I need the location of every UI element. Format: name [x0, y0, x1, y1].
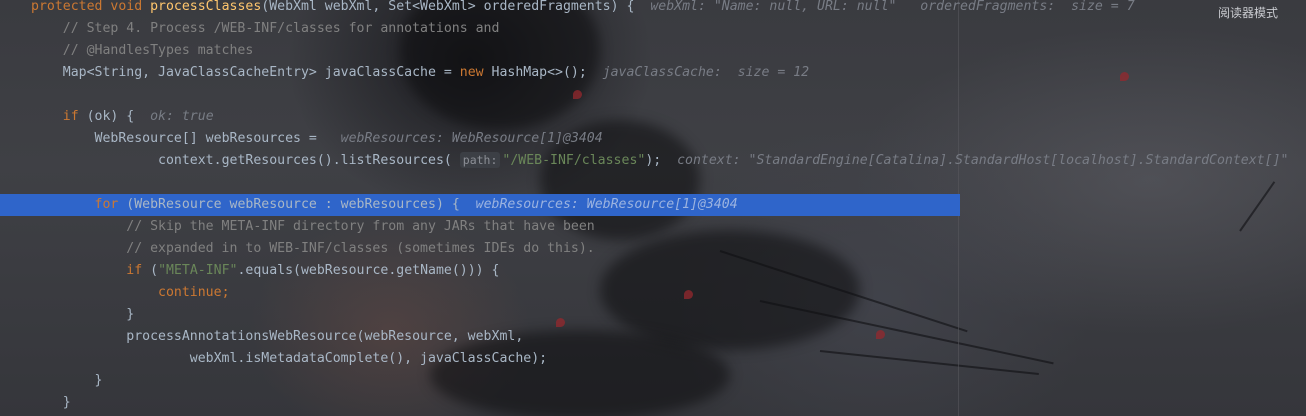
keyword-token: if	[62, 109, 87, 124]
code-token: WebResource[] webResources =	[94, 131, 325, 146]
reader-mode-button[interactable]: 阅读器模式	[1212, 4, 1284, 22]
code-token: Map<String, JavaClassCacheEntry> javaCla…	[62, 65, 460, 80]
code-token: }	[94, 373, 103, 388]
code-line[interactable]: // expanded in to WEB-INF/classes (somet…	[0, 238, 1306, 260]
code-line[interactable]: WebResource[] webResources = webResource…	[0, 128, 1306, 150]
code-token: }	[126, 307, 135, 322]
code-line[interactable]: protected void processClasses(WebXml web…	[0, 0, 1306, 18]
keyword-token: if	[126, 263, 151, 278]
code-token: (WebXml webXml, Set<WebXml> orderedFragm…	[261, 0, 635, 14]
debugger-inline-value: javaClassCache: size = 12	[586, 65, 810, 80]
code-line[interactable]: webXml.isMetadataComplete(), javaClassCa…	[0, 348, 1306, 370]
code-token: (ok) {	[86, 109, 135, 124]
code-token: );	[645, 153, 662, 168]
parameter-name-hint: path:	[459, 152, 501, 168]
code-token: getResources	[221, 153, 317, 168]
code-line[interactable]: }	[0, 304, 1306, 326]
code-token: (	[150, 263, 159, 278]
string-literal-token: "META-INF"	[158, 263, 238, 278]
code-line[interactable]: if (ok) { ok: true	[0, 106, 1306, 128]
method-name-token: processClasses	[150, 0, 262, 14]
keyword-token: protected	[31, 0, 111, 14]
code-editor[interactable]: protected void processClasses(WebXml web…	[0, 0, 1306, 416]
debugger-inline-value: webResources: WebResource[1]@3404	[324, 131, 603, 146]
code-line[interactable]: continue;	[0, 282, 1306, 304]
code-line[interactable]: processAnnotationsWebResource(webResourc…	[0, 326, 1306, 348]
code-token: context.	[158, 153, 222, 168]
keyword-token: continue;	[158, 285, 230, 300]
code-line[interactable]: // Step 4. Process /WEB-INF/classes for …	[0, 18, 1306, 40]
keyword-token: for	[94, 197, 127, 212]
keyword-token: new	[459, 65, 492, 80]
debugger-inline-value: ok: true	[134, 109, 214, 124]
code-line[interactable]: context.getResources().listResources( pa…	[0, 150, 1306, 172]
comment-token: // expanded in to WEB-INF/classes (somet…	[126, 241, 595, 256]
code-token: (WebResource webResource : webResources)…	[126, 197, 460, 212]
debugger-inline-value: webResources: WebResource[1]@3404	[459, 197, 738, 212]
code-line[interactable]: }	[0, 370, 1306, 392]
code-token: webXml.isMetadataComplete(), javaClassCa…	[189, 351, 548, 366]
code-token: HashMap<>();	[491, 65, 587, 80]
code-token: processAnnotationsWebResource(webResourc…	[126, 329, 524, 344]
comment-token: // @HandlesTypes matches	[62, 43, 254, 58]
code-line[interactable]: // @HandlesTypes matches	[0, 40, 1306, 62]
debugger-inline-value: webXml: "Name: null, URL: null" orderedF…	[634, 0, 1135, 14]
code-line[interactable]: // Skip the META-INF directory from any …	[0, 216, 1306, 238]
code-line[interactable]	[0, 84, 1306, 106]
code-text-area[interactable]: protected void processClasses(WebXml web…	[0, 0, 1306, 416]
string-literal-token: "/WEB-INF/classes"	[502, 153, 646, 168]
code-line-current[interactable]: for (WebResource webResource : webResour…	[0, 194, 960, 216]
code-line[interactable]: Map<String, JavaClassCacheEntry> javaCla…	[0, 62, 1306, 84]
code-line[interactable]: if ("META-INF".equals(webResource.getNam…	[0, 260, 1306, 282]
code-token: ().listResources(	[316, 153, 460, 168]
code-line[interactable]	[0, 172, 1306, 194]
debugger-inline-value: context: "StandardEngine[Catalina].Stand…	[661, 153, 1289, 168]
comment-token: // Step 4. Process /WEB-INF/classes for …	[62, 21, 500, 36]
code-line[interactable]: }	[0, 392, 1306, 414]
code-token: .equals(webResource.getName())) {	[237, 263, 500, 278]
code-token: }	[62, 395, 71, 410]
comment-token: // Skip the META-INF directory from any …	[126, 219, 595, 234]
keyword-token: void	[110, 0, 151, 14]
